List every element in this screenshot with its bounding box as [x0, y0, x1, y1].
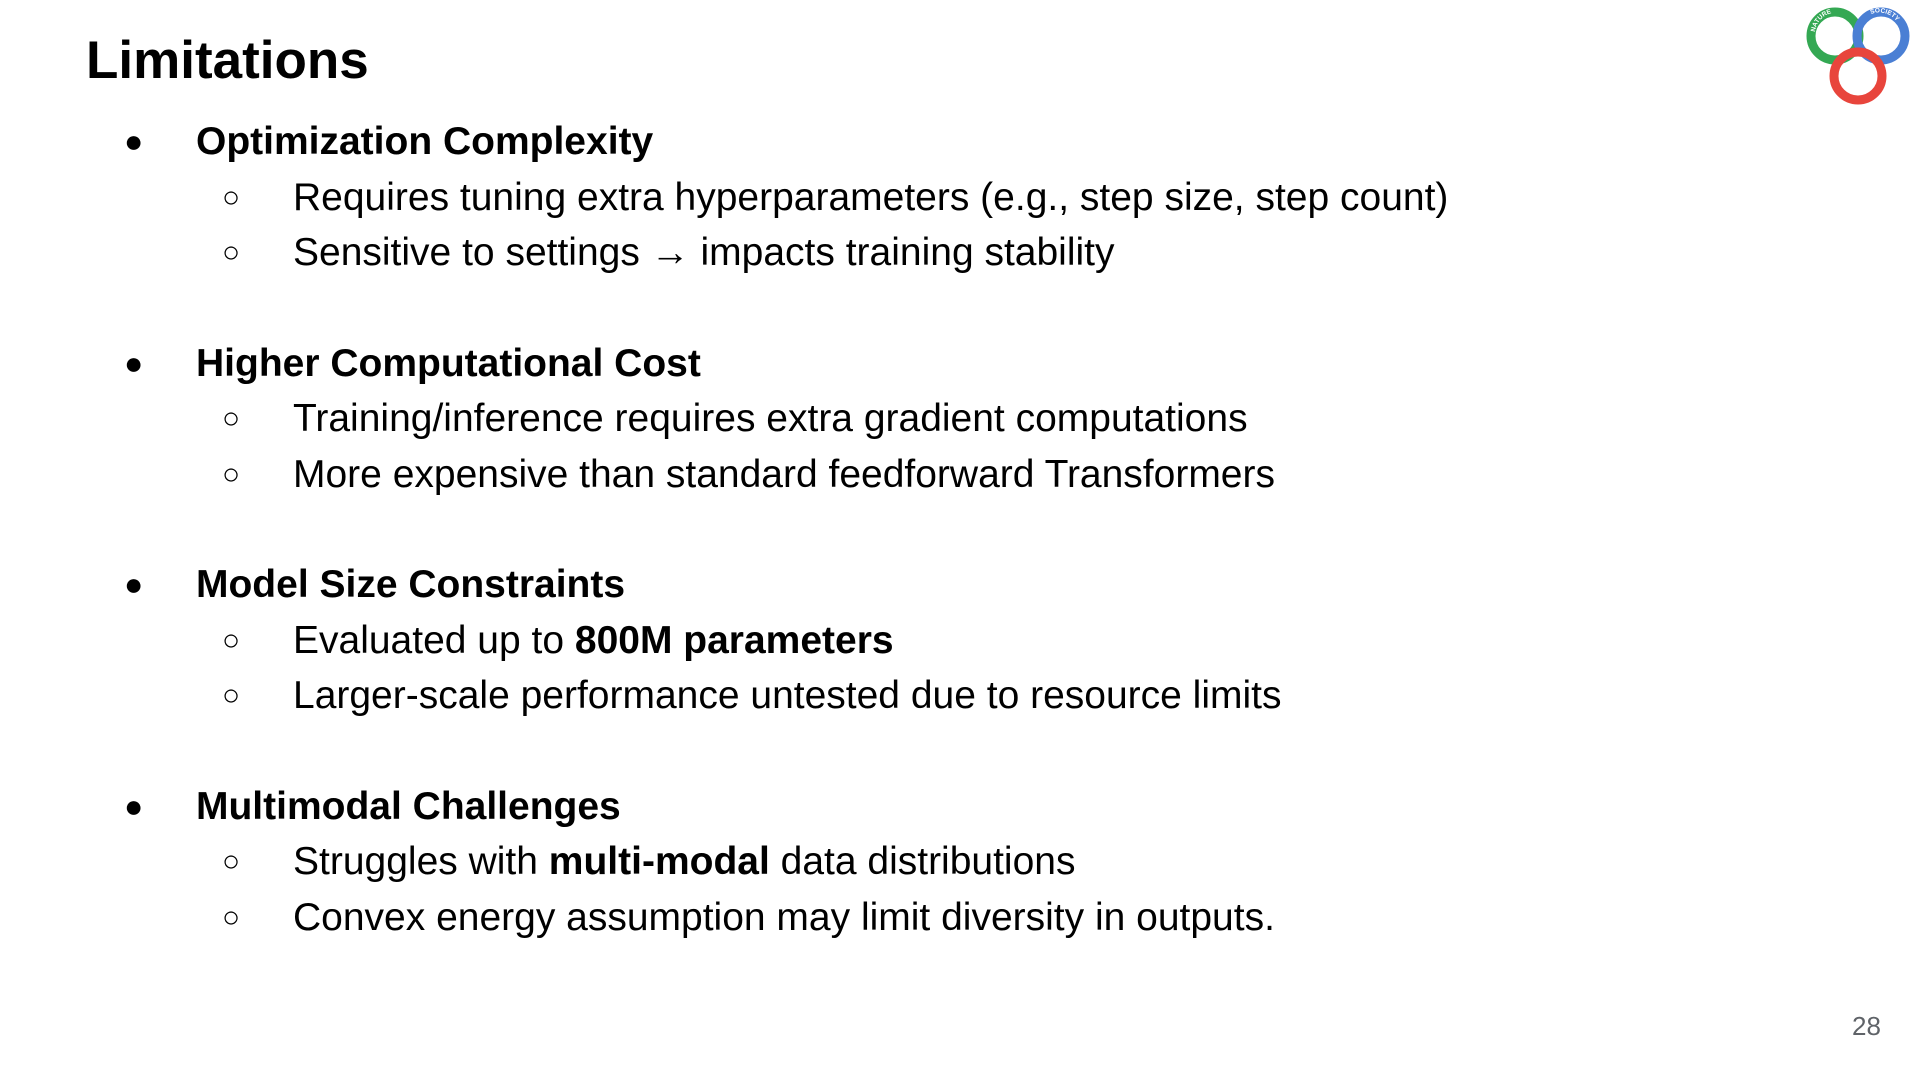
bullet-marker: ● [124, 344, 144, 381]
bullet-marker: ● [124, 787, 144, 824]
sub-item-text: Training/inference requires extra gradie… [293, 397, 1248, 440]
list-item: ○ Convex energy assumption may limit div… [0, 890, 1800, 946]
section-optimization-complexity: ● Optimization Complexity ○ Requires tun… [0, 114, 1800, 281]
list-item: ○ Larger-scale performance untested due … [0, 668, 1800, 724]
list-item: ● Model Size Constraints [0, 557, 1800, 613]
list-item: ○ Evaluated up to 800M parameters [0, 613, 1800, 669]
bullet-marker: ● [124, 123, 144, 159]
sub-item-text: Larger-scale performance untested due to… [293, 674, 1282, 717]
sub-bullet-marker: ○ [222, 402, 241, 435]
slide-title: Limitations [86, 31, 369, 90]
sub-bullet-marker: ○ [222, 623, 241, 657]
list-item: ○ Sensitive to settings → impacts traini… [0, 225, 1800, 281]
list-item: ● Higher Computational Cost [0, 336, 1800, 392]
list-item: ○ Struggles with multi-modal data distri… [0, 834, 1800, 890]
page-number: 28 [1852, 1011, 1881, 1041]
sub-bullet-marker: ○ [222, 679, 241, 712]
sub-item-text: Evaluated up to 800M parameters [293, 618, 894, 662]
sub-item-text: Requires tuning extra hyperparameters (e… [293, 175, 1449, 219]
section-heading: Optimization Complexity [196, 120, 654, 163]
section-heading: Multimodal Challenges [196, 784, 621, 828]
bullet-list: ● Optimization Complexity ○ Requires tun… [0, 114, 1800, 1000]
list-item: ○ Requires tuning extra hyperparameters … [0, 170, 1800, 226]
list-item: ● Optimization Complexity [0, 114, 1800, 170]
list-item: ○ Training/inference requires extra grad… [0, 391, 1800, 447]
section-heading: Higher Computational Cost [196, 341, 701, 385]
slide: Limitations NATURE SOCIETY COMPUTATION ●… [0, 0, 1920, 1080]
list-item: ○ More expensive than standard feedforwa… [0, 447, 1800, 503]
sub-item-text: Convex energy assumption may limit diver… [293, 895, 1275, 939]
sub-item-text: Sensitive to settings → impacts training… [293, 231, 1115, 274]
section-model-size-constraints: ● Model Size Constraints ○ Evaluated up … [0, 557, 1800, 724]
section-multimodal-challenges: ● Multimodal Challenges ○ Struggles with… [0, 779, 1800, 946]
sub-bullet-marker: ○ [222, 180, 241, 214]
sub-item-text: More expensive than standard feedforward… [293, 452, 1275, 496]
list-item: ● Multimodal Challenges [0, 779, 1800, 835]
sub-bullet-marker: ○ [222, 457, 241, 491]
nature-society-computation-logo: NATURE SOCIETY COMPUTATION [1806, 7, 1910, 105]
section-heading: Model Size Constraints [196, 563, 626, 606]
sub-bullet-marker: ○ [222, 236, 241, 269]
sub-bullet-marker: ○ [222, 845, 241, 878]
bullet-marker: ● [124, 566, 144, 602]
section-higher-computational-cost: ● Higher Computational Cost ○ Training/i… [0, 336, 1800, 503]
sub-bullet-marker: ○ [222, 900, 241, 934]
sub-item-text: Struggles with multi-modal data distribu… [293, 840, 1076, 883]
